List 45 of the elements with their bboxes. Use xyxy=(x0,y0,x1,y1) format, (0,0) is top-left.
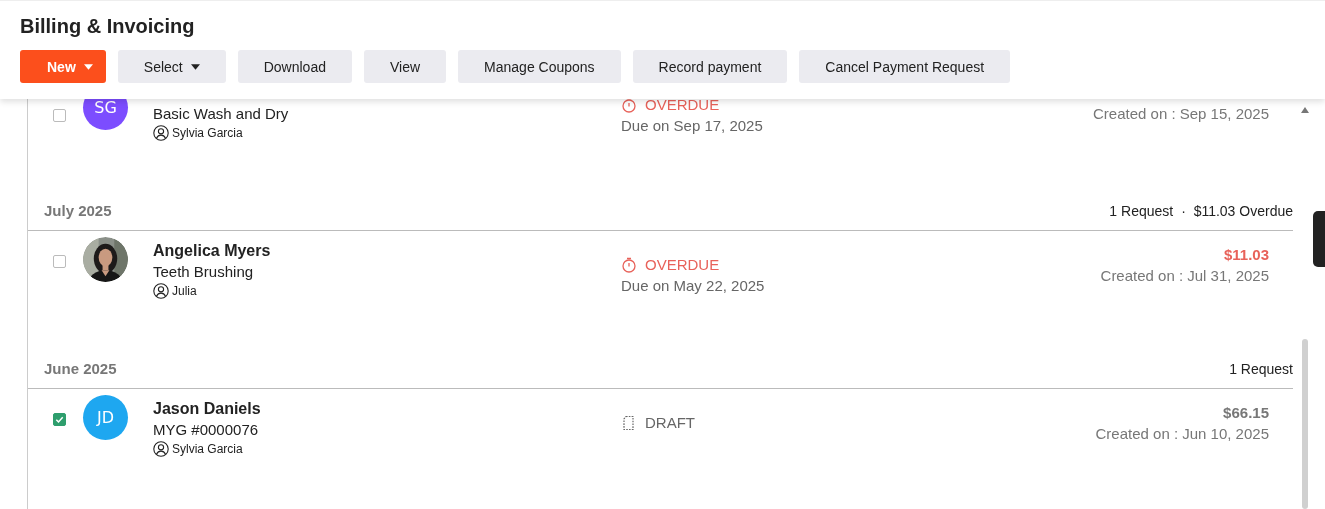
amount: $11.03 xyxy=(1223,245,1269,265)
stopwatch-icon xyxy=(621,257,637,273)
scroll-up-icon[interactable] xyxy=(1301,107,1309,113)
request-count: 1 Request xyxy=(1109,202,1174,219)
client-name: Jason Daniels xyxy=(153,399,262,419)
created-date: Created on : Jul 31, 2025 xyxy=(1100,266,1269,286)
toolbar-button[interactable]: Cancel Payment Request xyxy=(799,50,1011,83)
created-date: Created on : Jun 10, 2025 xyxy=(1095,424,1269,444)
caret-icon xyxy=(83,63,93,70)
stopwatch-icon xyxy=(621,97,637,113)
user-icon xyxy=(153,283,169,299)
document-icon xyxy=(621,415,637,431)
row-checkbox[interactable] xyxy=(53,255,66,268)
scrollbar-thumb[interactable] xyxy=(1302,339,1308,509)
row-checkbox[interactable] xyxy=(53,109,66,122)
request-count: 1 Request xyxy=(1229,360,1293,377)
status-label: OVERDUE xyxy=(645,255,720,275)
service-name: Basic Wash and Dry xyxy=(153,104,290,124)
month-heading: June 2025 xyxy=(44,360,117,377)
service-name: MYG #0000076 xyxy=(153,420,260,440)
assignee-name: Julia xyxy=(172,284,197,298)
user-icon xyxy=(153,441,169,457)
overdue-total: · $11.03 Overdue xyxy=(1181,202,1293,219)
avatar: JD xyxy=(83,395,128,440)
service-name: Teeth Brushing xyxy=(153,262,255,282)
toolbar-button[interactable]: Download xyxy=(237,50,352,83)
select-button[interactable]: Select xyxy=(117,50,226,83)
created-date: Created on : Sep 15, 2025 xyxy=(1093,104,1269,124)
due-date: Due on Sep 17, 2025 xyxy=(621,116,764,136)
user-icon xyxy=(153,125,169,141)
side-tab[interactable] xyxy=(1313,211,1325,267)
assignee-name: Sylvia Garcia xyxy=(172,126,243,140)
caret-icon xyxy=(190,63,200,70)
toolbar-button[interactable]: Record payment xyxy=(632,50,788,83)
client-name: Angelica Myers xyxy=(153,241,272,261)
page-title: Billing & Invoicing xyxy=(20,15,196,38)
status-label: OVERDUE xyxy=(645,95,720,115)
toolbar-button[interactable]: View xyxy=(364,50,447,83)
due-date: Due on May 22, 2025 xyxy=(621,276,766,296)
toolbar-button[interactable]: Manage Coupons xyxy=(458,50,621,83)
status-label: DRAFT xyxy=(645,413,695,433)
row-checkbox[interactable] xyxy=(53,413,66,426)
assignee-name: Sylvia Garcia xyxy=(172,442,243,456)
amount: $66.15 xyxy=(1223,403,1269,423)
month-heading: July 2025 xyxy=(44,202,112,219)
